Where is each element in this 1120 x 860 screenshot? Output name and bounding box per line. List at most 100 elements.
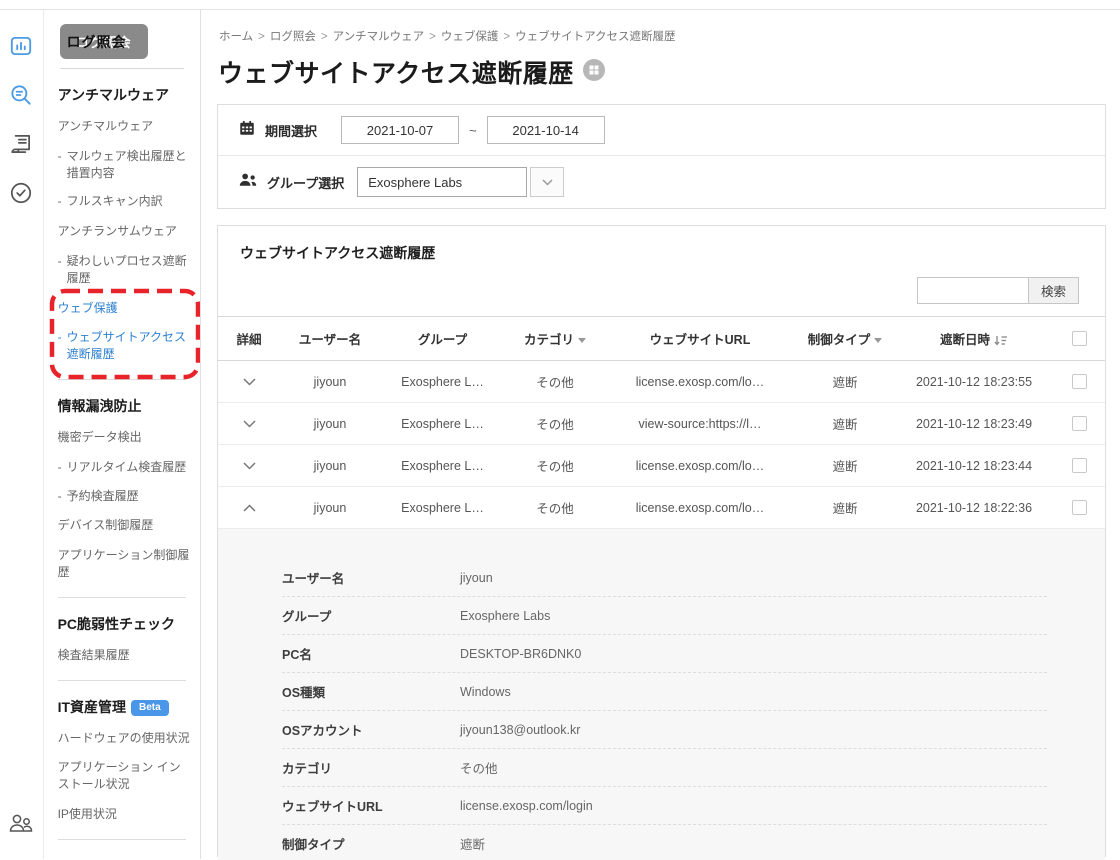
column-header-ウェブサイトURL: ウェブサイトURL bbox=[605, 317, 795, 361]
search-button[interactable]: 検索 bbox=[1028, 277, 1079, 304]
sidebar-item[interactable]: -ウェブサイトアクセス遮断履歴 bbox=[58, 329, 192, 363]
expand-cell[interactable] bbox=[218, 361, 280, 403]
select-all-header[interactable] bbox=[1053, 317, 1105, 361]
breadcrumb-separator: > bbox=[321, 31, 328, 43]
sidebar-item[interactable]: ウェブ保護 bbox=[58, 300, 192, 317]
check-circle-icon[interactable] bbox=[7, 179, 35, 207]
column-header-カテゴリ[interactable]: カテゴリ bbox=[505, 317, 605, 361]
row-checkbox[interactable] bbox=[1072, 500, 1087, 515]
chevron-down-icon[interactable] bbox=[243, 420, 256, 428]
sidebar-heading-label: 情報漏洩防止 bbox=[58, 398, 142, 414]
sidebar-item-label: 疑わしいプロセス遮断履歴 bbox=[67, 253, 192, 287]
sidebar-item[interactable]: -リアルタイム検査履歴 bbox=[58, 459, 192, 476]
users-icon[interactable] bbox=[7, 809, 35, 837]
datetime-cell: 2021-10-12 18:23:44 bbox=[895, 445, 1053, 487]
checkbox-cell[interactable] bbox=[1053, 487, 1105, 529]
search-input[interactable] bbox=[917, 277, 1029, 304]
grid-circle-icon[interactable] bbox=[583, 59, 605, 86]
breadcrumb-separator: > bbox=[503, 31, 510, 43]
breadcrumb-item[interactable]: ホーム bbox=[219, 31, 253, 43]
dash-marker: - bbox=[58, 193, 62, 210]
dashboard-icon[interactable] bbox=[7, 32, 35, 60]
detail-field-value: license.exosp.com/login bbox=[460, 799, 593, 813]
sort-icon[interactable] bbox=[994, 335, 1008, 346]
end-date-input[interactable] bbox=[487, 116, 605, 144]
divider bbox=[58, 597, 186, 598]
sidebar-item[interactable]: アンチマルウェア bbox=[58, 118, 192, 135]
sidebar-item[interactable]: 機密データ検出 bbox=[58, 429, 192, 446]
calendar-icon bbox=[238, 119, 256, 142]
breadcrumb-item[interactable]: ウェブ保護 bbox=[441, 31, 499, 43]
sidebar-item[interactable]: -予約検査履歴 bbox=[58, 488, 192, 505]
column-header-遮断日時[interactable]: 遮断日時 bbox=[895, 317, 1053, 361]
card-title: ウェブサイトアクセス遮断履歴 bbox=[218, 226, 1105, 267]
table-row: jiyounExosphere L…その他license.exosp.com/l… bbox=[218, 361, 1105, 403]
chevron-down-icon[interactable] bbox=[243, 462, 256, 470]
column-header-グループ: グループ bbox=[380, 317, 505, 361]
breadcrumb-separator: > bbox=[429, 31, 436, 43]
breadcrumb-item[interactable]: アンチマルウェア bbox=[333, 31, 425, 43]
sidebar-item[interactable]: -マルウェア検出履歴と措置内容 bbox=[58, 148, 192, 182]
divider bbox=[58, 379, 186, 380]
sidebar-item[interactable]: 検査結果履歴 bbox=[58, 647, 192, 664]
sidebar-item[interactable]: アンチランサムウェア bbox=[58, 223, 192, 240]
detail-field-value: Exosphere Labs bbox=[460, 609, 550, 623]
sidebar-item[interactable]: アプリケーション制御履歴 bbox=[58, 547, 192, 581]
url-cell: license.exosp.com/lo… bbox=[605, 445, 795, 487]
blocklist-table: 詳細ユーザー名グループカテゴリウェブサイトURL制御タイプ遮断日時 jiyoun… bbox=[218, 316, 1105, 529]
column-label: グループ bbox=[418, 333, 467, 347]
sidebar-item[interactable]: IP使用状況 bbox=[58, 806, 192, 823]
sidebar-header: ログ照会 ログ照会 bbox=[58, 20, 192, 68]
column-header-制御タイプ[interactable]: 制御タイプ bbox=[795, 317, 895, 361]
row-checkbox[interactable] bbox=[1072, 416, 1087, 431]
column-label: 遮断日時 bbox=[940, 333, 990, 347]
row-checkbox[interactable] bbox=[1072, 374, 1087, 389]
detail-field: カテゴリその他 bbox=[282, 749, 1047, 787]
row-checkbox[interactable] bbox=[1072, 458, 1087, 473]
start-date-input[interactable] bbox=[341, 116, 459, 144]
log-search-icon[interactable] bbox=[7, 81, 35, 109]
period-filter-row: 期間選択 ~ bbox=[218, 105, 1105, 155]
chevron-down-icon[interactable] bbox=[243, 378, 256, 386]
control-cell: 遮断 bbox=[795, 361, 895, 403]
expand-cell[interactable] bbox=[218, 403, 280, 445]
column-label: カテゴリ bbox=[524, 333, 574, 347]
chevron-down-icon[interactable] bbox=[530, 167, 564, 197]
expand-cell[interactable] bbox=[218, 445, 280, 487]
breadcrumb-item[interactable]: ログ照会 bbox=[270, 31, 316, 43]
filter-arrow-icon[interactable] bbox=[578, 338, 586, 343]
sidebar-item[interactable]: ハードウェアの使用状況 bbox=[58, 730, 192, 747]
url-cell: license.exosp.com/lo… bbox=[605, 487, 795, 529]
page-header: ウェブサイトアクセス遮断履歴 bbox=[218, 54, 1106, 90]
dash-marker: - bbox=[58, 253, 62, 287]
sidebar-item[interactable]: デバイス制御履歴 bbox=[58, 517, 192, 534]
detail-field: ウェブサイトURLlicense.exosp.com/login bbox=[282, 787, 1047, 825]
filter-arrow-icon[interactable] bbox=[874, 338, 882, 343]
control-cell: 遮断 bbox=[795, 445, 895, 487]
checkbox-cell[interactable] bbox=[1053, 403, 1105, 445]
table-header-row: 詳細ユーザー名グループカテゴリウェブサイトURL制御タイプ遮断日時 bbox=[218, 317, 1105, 361]
group-select[interactable]: Exosphere Labs bbox=[357, 167, 527, 197]
expand-cell[interactable] bbox=[218, 487, 280, 529]
checkbox-cell[interactable] bbox=[1053, 445, 1105, 487]
detail-field-value: 遮断 bbox=[460, 834, 485, 853]
column-header-ユーザー名: ユーザー名 bbox=[280, 317, 380, 361]
sidebar-heading-label: アンチマルウェア bbox=[58, 87, 169, 103]
select-all-checkbox[interactable] bbox=[1072, 331, 1087, 346]
column-label: ユーザー名 bbox=[299, 333, 361, 347]
url-cell: view-source:https://l… bbox=[605, 403, 795, 445]
detail-field-label: 制御タイプ bbox=[282, 834, 460, 853]
blocklist-card: ウェブサイトアクセス遮断履歴 検索 詳細ユーザー名グループカテゴリウェブサイトU… bbox=[217, 225, 1106, 857]
report-icon[interactable] bbox=[7, 130, 35, 158]
chevron-up-icon[interactable] bbox=[243, 504, 256, 512]
sidebar-item[interactable]: -フルスキャン内訳 bbox=[58, 193, 192, 210]
checkbox-cell[interactable] bbox=[1053, 361, 1105, 403]
sidebar-item[interactable]: -疑わしいプロセス遮断履歴 bbox=[58, 253, 192, 287]
sidebar-heading-label: PC脆弱性チェック bbox=[58, 616, 175, 632]
detail-field: OS種類Windows bbox=[282, 673, 1047, 711]
group-cell: Exosphere L… bbox=[380, 487, 505, 529]
detail-field-value: DESKTOP-BR6DNK0 bbox=[460, 647, 581, 661]
search-bar: 検索 bbox=[218, 267, 1105, 316]
sidebar-item[interactable]: アプリケーション インストール状況 bbox=[58, 759, 192, 793]
sidebar: ログ照会 ログ照会 アンチマルウェアアンチマルウェア-マルウェア検出履歴と措置内… bbox=[44, 10, 201, 859]
